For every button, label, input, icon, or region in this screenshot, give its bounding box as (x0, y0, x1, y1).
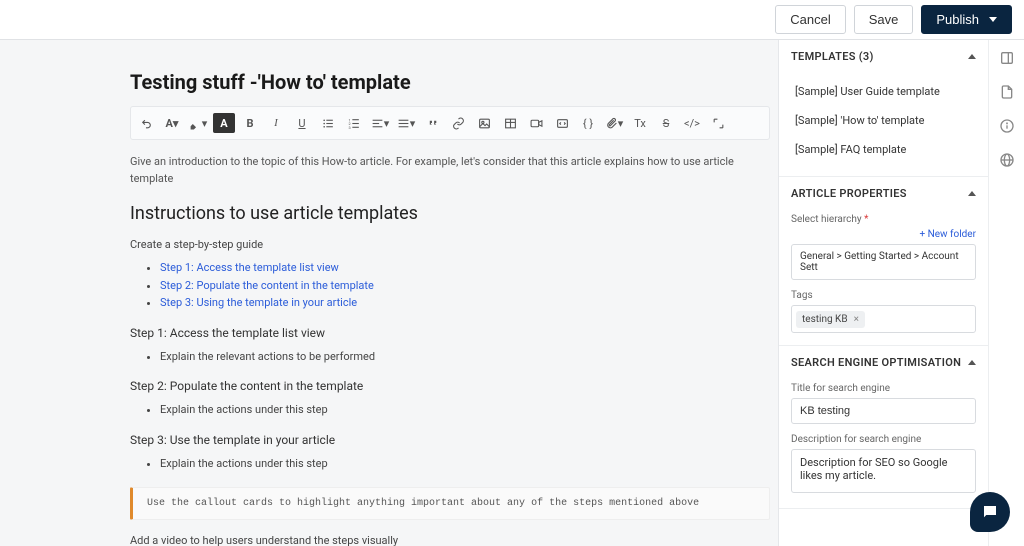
properties-header[interactable]: ARTICLE PROPERTIES (779, 177, 988, 210)
svg-text:3: 3 (348, 124, 350, 129)
article-title[interactable]: Testing stuff -'How to' template (130, 70, 770, 94)
attachment-icon[interactable]: ▾ (603, 113, 625, 133)
cancel-button[interactable]: Cancel (775, 5, 845, 34)
tag-text: testing KB (802, 314, 848, 325)
step-title[interactable]: Step 1: Access the template list view (130, 326, 770, 340)
callout-card[interactable]: Use the callout cards to highlight anyth… (130, 487, 770, 520)
templates-panel: TEMPLATES (3) [Sample] User Guide templa… (779, 40, 988, 177)
seo-header[interactable]: SEARCH ENGINE OPTIMISATION (779, 346, 988, 379)
chevron-up-icon (968, 360, 976, 365)
editor-area: Testing stuff -'How to' template A▾ ▾ A … (0, 40, 778, 546)
publish-label: Publish (936, 12, 979, 27)
video-icon[interactable] (525, 113, 547, 133)
tags-input[interactable]: testing KB × (791, 305, 976, 333)
expand-icon[interactable] (707, 113, 729, 133)
bold-icon[interactable]: A (213, 113, 235, 133)
seo-desc-input[interactable]: Description for SEO so Google likes my a… (791, 449, 976, 493)
templates-header[interactable]: TEMPLATES (3) (779, 40, 988, 73)
format-icon[interactable]: Tx (629, 113, 651, 133)
bold-button[interactable]: B (239, 113, 261, 133)
font-color-icon[interactable]: A▾ (161, 113, 183, 133)
strikethrough-icon[interactable]: S (655, 113, 677, 133)
step-bullet[interactable]: Explain the relevant actions to be perfo… (160, 348, 770, 366)
quote-icon[interactable] (421, 113, 443, 133)
section-heading[interactable]: Instructions to use article templates (130, 203, 770, 224)
info-icon[interactable] (999, 118, 1015, 134)
properties-title: ARTICLE PROPERTIES (791, 187, 907, 200)
align-icon[interactable]: ▾ (369, 113, 391, 133)
seo-desc-label: Description for search engine (791, 434, 976, 445)
heading-icon[interactable]: ▾ (395, 113, 417, 133)
seo-panel: SEARCH ENGINE OPTIMISATION Title for sea… (779, 346, 988, 509)
globe-icon[interactable] (999, 152, 1015, 168)
chat-fab[interactable] (970, 492, 1010, 532)
step-bullet[interactable]: Explain the actions under this step (160, 401, 770, 419)
hierarchy-label: Select hierarchy (791, 214, 976, 225)
numbered-list-icon[interactable]: 123 (343, 113, 365, 133)
remove-tag-icon[interactable]: × (854, 314, 859, 325)
table-icon[interactable] (499, 113, 521, 133)
highlight-icon[interactable]: ▾ (187, 113, 209, 133)
top-bar: Cancel Save Publish (0, 0, 1024, 40)
document-icon[interactable] (999, 84, 1015, 100)
code-block-icon[interactable] (551, 113, 573, 133)
template-item[interactable]: [Sample] 'How to' template (791, 106, 976, 135)
step-bullet[interactable]: Explain the actions under this step (160, 455, 770, 473)
caret-down-icon (989, 17, 997, 22)
right-sidebar: TEMPLATES (3) [Sample] User Guide templa… (778, 40, 988, 546)
seo-title-label: Title for search engine (791, 383, 976, 394)
seo-title-input[interactable] (791, 398, 976, 424)
step-title[interactable]: Step 3: Use the template in your article (130, 433, 770, 447)
editor-toolbar: A▾ ▾ A B I U 123 ▾ ▾ { } ▾ Tx S < (130, 106, 770, 140)
template-item[interactable]: [Sample] User Guide template (791, 77, 976, 106)
guide-label[interactable]: Create a step-by-step guide (130, 238, 770, 251)
publish-button[interactable]: Publish (921, 5, 1012, 34)
toc-link[interactable]: Step 1: Access the template list view (160, 261, 339, 274)
panel-toggle-icon[interactable] (999, 50, 1015, 66)
toc-link[interactable]: Step 2: Populate the content in the temp… (160, 279, 374, 292)
braces-icon[interactable]: { } (577, 113, 599, 133)
code-icon[interactable]: </> (681, 113, 703, 133)
intro-text[interactable]: Give an introduction to the topic of thi… (130, 154, 770, 187)
save-button[interactable]: Save (854, 5, 914, 34)
link-icon[interactable] (447, 113, 469, 133)
chevron-up-icon (968, 54, 976, 59)
video-help-text[interactable]: Add a video to help users understand the… (130, 534, 770, 546)
toc-link[interactable]: Step 3: Using the template in your artic… (160, 296, 357, 309)
template-item[interactable]: [Sample] FAQ template (791, 135, 976, 164)
icon-rail (988, 40, 1024, 546)
hierarchy-select[interactable]: General > Getting Started > Account Sett (791, 244, 976, 280)
undo-icon[interactable] (135, 113, 157, 133)
tags-label: Tags (791, 290, 976, 301)
underline-button[interactable]: U (291, 113, 313, 133)
chevron-up-icon (968, 191, 976, 196)
step-title[interactable]: Step 2: Populate the content in the temp… (130, 379, 770, 393)
tag-chip: testing KB × (796, 311, 865, 328)
toc-list: Step 1: Access the template list view St… (130, 259, 770, 312)
chat-icon (981, 503, 999, 521)
seo-title: SEARCH ENGINE OPTIMISATION (791, 356, 961, 369)
italic-button[interactable]: I (265, 113, 287, 133)
properties-panel: ARTICLE PROPERTIES Select hierarchy + Ne… (779, 177, 988, 346)
image-icon[interactable] (473, 113, 495, 133)
new-folder-link[interactable]: + New folder (919, 229, 976, 240)
bullet-list-icon[interactable] (317, 113, 339, 133)
templates-title: TEMPLATES (3) (791, 50, 874, 63)
